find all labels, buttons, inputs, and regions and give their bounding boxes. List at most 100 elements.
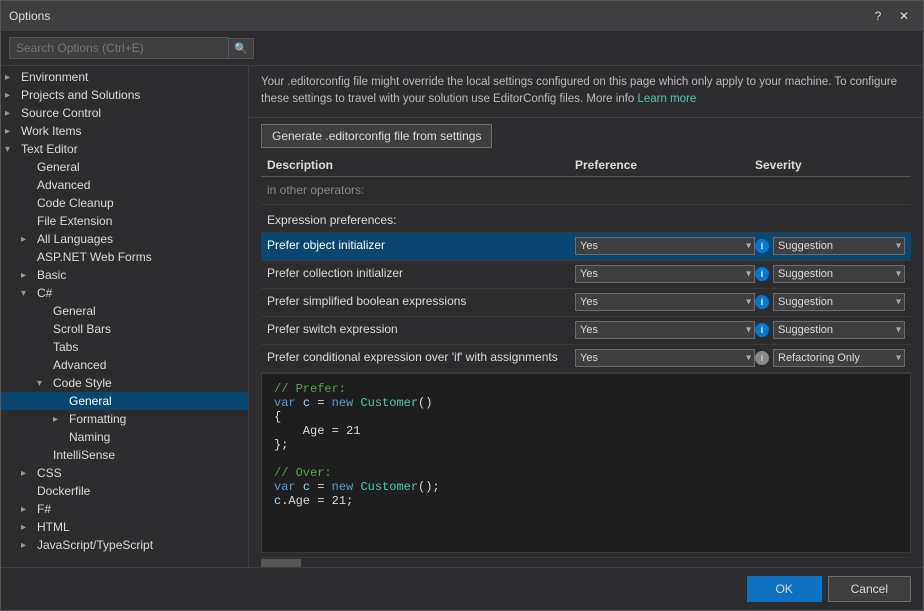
sidebar-item-cs-naming[interactable]: Naming <box>1 428 248 446</box>
pref-dropdown-1[interactable]: Yes <box>575 265 755 283</box>
row-sev-cell-4: i Refactoring Only <box>755 349 905 367</box>
tree-arrow-cs-codestyle: ▾ <box>37 378 53 389</box>
tree-arrow-css: ▸ <box>21 468 37 479</box>
sidebar-item-cs-tabs[interactable]: Tabs <box>1 338 248 356</box>
severity-icon-3: i <box>755 323 769 337</box>
ok-button[interactable]: OK <box>747 576 822 602</box>
row-desc-0: Prefer object initializer <box>267 238 575 254</box>
table-row-1[interactable]: Prefer collection initializerYesiSuggest… <box>261 261 911 289</box>
sidebar-item-environment[interactable]: ▸Environment <box>1 68 248 86</box>
sidebar-item-general[interactable]: General <box>1 158 248 176</box>
sidebar-item-cs-scrollbars[interactable]: Scroll Bars <box>1 320 248 338</box>
table-row-4[interactable]: Prefer conditional expression over 'if' … <box>261 345 911 373</box>
sidebar-item-javascript[interactable]: ▸JavaScript/TypeScript <box>1 536 248 554</box>
search-input[interactable] <box>9 37 229 59</box>
code-preview: // Prefer: var c = new Customer() { Age … <box>261 373 911 553</box>
sidebar-item-dockerfile[interactable]: Dockerfile <box>1 482 248 500</box>
code-line-3: { <box>274 410 898 424</box>
sidebar-label-fsharp: F# <box>37 502 51 516</box>
pref-dropdown-2[interactable]: Yes <box>575 293 755 311</box>
pref-dropdown-3[interactable]: Yes <box>575 321 755 339</box>
sidebar-label-advanced: Advanced <box>37 178 90 192</box>
code-line-4: Age = 21 <box>274 424 898 438</box>
row-sev-cell-2: iSuggestion <box>755 293 905 311</box>
main-content: ▸Environment▸Projects and Solutions▸Sour… <box>1 66 923 567</box>
info-bar: Your .editorconfig file might override t… <box>249 66 923 118</box>
info-message: Your .editorconfig file might override t… <box>261 76 897 105</box>
sidebar-label-text-editor: Text Editor <box>21 142 78 156</box>
sev-dropdown-2[interactable]: Suggestion <box>773 293 905 311</box>
options-dialog: Options ? ✕ 🔍 ▸Environment▸Projects and … <box>0 0 924 611</box>
tree-arrow-javascript: ▸ <box>21 540 37 551</box>
sidebar-item-advanced[interactable]: Advanced <box>1 176 248 194</box>
severity-icon-1: i <box>755 267 769 281</box>
title-bar: Options ? ✕ <box>1 1 923 31</box>
sidebar-label-javascript: JavaScript/TypeScript <box>37 538 153 552</box>
right-panel: Your .editorconfig file might override t… <box>249 66 923 567</box>
severity-icon-4: i <box>755 351 769 365</box>
col-description: Description <box>267 158 575 172</box>
sev-dropdown-0[interactable]: Suggestion <box>773 237 905 255</box>
pref-dropdown-4[interactable]: Yes <box>575 349 755 367</box>
sidebar-label-cs-cs-general: General <box>69 394 112 408</box>
sidebar-label-source-control: Source Control <box>21 106 101 120</box>
sidebar-item-all-languages[interactable]: ▸All Languages <box>1 230 248 248</box>
code-line-blank <box>274 452 898 466</box>
sidebar-label-cs-intellisense: IntelliSense <box>53 448 115 462</box>
row-pref-cell-2: Yes <box>575 293 755 311</box>
sev-dropdown-3[interactable]: Suggestion <box>773 321 905 339</box>
search-icon-button[interactable]: 🔍 <box>229 38 254 59</box>
generate-editorconfig-button[interactable]: Generate .editorconfig file from setting… <box>261 124 492 148</box>
sidebar-item-projects[interactable]: ▸Projects and Solutions <box>1 86 248 104</box>
sidebar-item-source-control[interactable]: ▸Source Control <box>1 104 248 122</box>
table-rows: Prefer object initializerYesiSuggestionP… <box>261 233 911 373</box>
sidebar-item-cs-codestyle[interactable]: ▾Code Style <box>1 374 248 392</box>
sidebar-item-file-extension[interactable]: File Extension <box>1 212 248 230</box>
sidebar-item-work-items[interactable]: ▸Work Items <box>1 122 248 140</box>
sidebar-item-cs-cs-general[interactable]: General <box>1 392 248 410</box>
sidebar-item-code-cleanup[interactable]: Code Cleanup <box>1 194 248 212</box>
row-desc-4: Prefer conditional expression over 'if' … <box>267 350 575 366</box>
scrollbar-thumb-horizontal <box>261 559 301 567</box>
sidebar-item-text-editor[interactable]: ▾Text Editor <box>1 140 248 158</box>
sidebar-item-basic[interactable]: ▸Basic <box>1 266 248 284</box>
table-row-truncated: in other operators: <box>261 177 911 205</box>
learn-more-link[interactable]: Learn more <box>638 93 697 105</box>
sidebar-item-cs-intellisense[interactable]: IntelliSense <box>1 446 248 464</box>
table-row-3[interactable]: Prefer switch expressionYesiSuggestion <box>261 317 911 345</box>
horizontal-scrollbar[interactable] <box>261 557 911 567</box>
sidebar-item-cs-formatting[interactable]: ▸Formatting <box>1 410 248 428</box>
table-row-2[interactable]: Prefer simplified boolean expressionsYes… <box>261 289 911 317</box>
sidebar-label-cs-general: General <box>53 304 96 318</box>
cancel-button[interactable]: Cancel <box>828 576 911 602</box>
sidebar-item-css[interactable]: ▸CSS <box>1 464 248 482</box>
row-pref-cell-4: Yes <box>575 349 755 367</box>
sidebar-label-css: CSS <box>37 466 62 480</box>
tree-arrow-projects: ▸ <box>5 90 21 101</box>
sidebar-item-aspnet[interactable]: ASP.NET Web Forms <box>1 248 248 266</box>
sidebar-item-html[interactable]: ▸HTML <box>1 518 248 536</box>
dialog-title: Options <box>9 9 50 23</box>
row-pref-cell-0: Yes <box>575 237 755 255</box>
sidebar-label-cs-advanced: Advanced <box>53 358 106 372</box>
row-desc-2: Prefer simplified boolean expressions <box>267 294 575 310</box>
tree-arrow-source-control: ▸ <box>5 108 21 119</box>
sidebar-label-cs-scrollbars: Scroll Bars <box>53 322 111 336</box>
tree-arrow-basic: ▸ <box>21 270 37 281</box>
sidebar-label-aspnet: ASP.NET Web Forms <box>37 250 152 264</box>
table-scroll[interactable]: in other operators: Expression preferenc… <box>261 177 911 374</box>
sev-dropdown-1[interactable]: Suggestion <box>773 265 905 283</box>
table-row-0[interactable]: Prefer object initializerYesiSuggestion <box>261 233 911 261</box>
sidebar-item-cs-general[interactable]: General <box>1 302 248 320</box>
truncated-desc: in other operators: <box>267 183 575 197</box>
close-button[interactable]: ✕ <box>893 5 915 27</box>
pref-dropdown-0[interactable]: Yes <box>575 237 755 255</box>
sidebar-item-cs-advanced[interactable]: Advanced <box>1 356 248 374</box>
search-bar: 🔍 <box>1 31 923 66</box>
sidebar-label-file-extension: File Extension <box>37 214 112 228</box>
sidebar-item-csharp[interactable]: ▾C# <box>1 284 248 302</box>
sidebar-item-fsharp[interactable]: ▸F# <box>1 500 248 518</box>
tree-arrow-csharp: ▾ <box>21 288 37 299</box>
help-button[interactable]: ? <box>867 5 889 27</box>
sev-dropdown-4[interactable]: Refactoring Only <box>773 349 905 367</box>
